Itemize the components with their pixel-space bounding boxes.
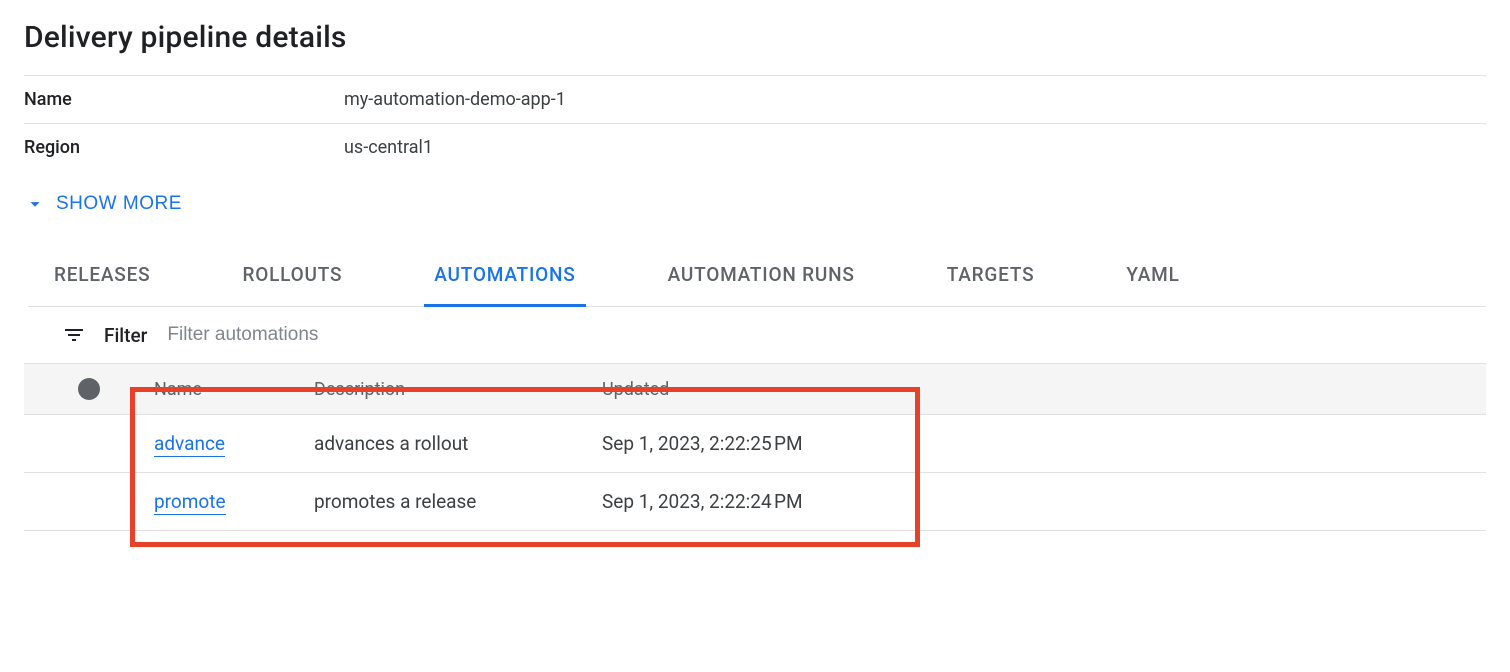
tab-targets[interactable]: TARGETS	[937, 245, 1045, 307]
chevron-down-icon	[24, 193, 46, 215]
filter-bar: Filter	[24, 307, 1486, 363]
status-header	[24, 378, 154, 400]
table-header: Name Description Updated	[24, 363, 1486, 415]
detail-row-region: Region us-central1	[24, 123, 1486, 171]
show-more-label: SHOW MORE	[56, 193, 182, 215]
automation-updated: Sep 1, 2023, 2:22:24 PM	[602, 490, 1486, 513]
table-row: promote promotes a release Sep 1, 2023, …	[24, 473, 1486, 531]
filter-icon	[62, 323, 86, 347]
col-header-updated[interactable]: Updated	[602, 379, 1486, 400]
automation-link-advance[interactable]: advance	[154, 432, 225, 457]
automation-updated: Sep 1, 2023, 2:22:25 PM	[602, 432, 1486, 455]
automation-description: advances a rollout	[314, 432, 602, 455]
tab-automations[interactable]: AUTOMATIONS	[424, 245, 585, 307]
tab-yaml[interactable]: YAML	[1116, 245, 1189, 307]
tab-rollouts[interactable]: ROLLOUTS	[232, 245, 352, 307]
filter-input[interactable]	[165, 323, 1474, 347]
col-header-description[interactable]: Description	[314, 379, 602, 400]
detail-name-value: my-automation-demo-app-1	[344, 89, 566, 110]
detail-name-label: Name	[24, 89, 344, 110]
detail-region-label: Region	[24, 137, 344, 158]
show-more-button[interactable]: SHOW MORE	[24, 193, 182, 215]
table-row: advance advances a rollout Sep 1, 2023, …	[24, 415, 1486, 473]
col-header-name[interactable]: Name	[154, 379, 314, 400]
detail-region-value: us-central1	[344, 137, 433, 158]
detail-row-name: Name my-automation-demo-app-1	[24, 75, 1486, 123]
tab-releases[interactable]: RELEASES	[44, 245, 160, 307]
filter-label: Filter	[104, 324, 147, 347]
status-dot-icon	[78, 378, 100, 400]
page-title: Delivery pipeline details	[24, 20, 1486, 55]
tabs-bar: RELEASES ROLLOUTS AUTOMATIONS AUTOMATION…	[28, 245, 1486, 307]
tab-automation-runs[interactable]: AUTOMATION RUNS	[658, 245, 865, 307]
automation-link-promote[interactable]: promote	[154, 490, 226, 515]
automation-description: promotes a release	[314, 490, 602, 513]
automations-table: Name Description Updated advance advance…	[24, 363, 1486, 531]
